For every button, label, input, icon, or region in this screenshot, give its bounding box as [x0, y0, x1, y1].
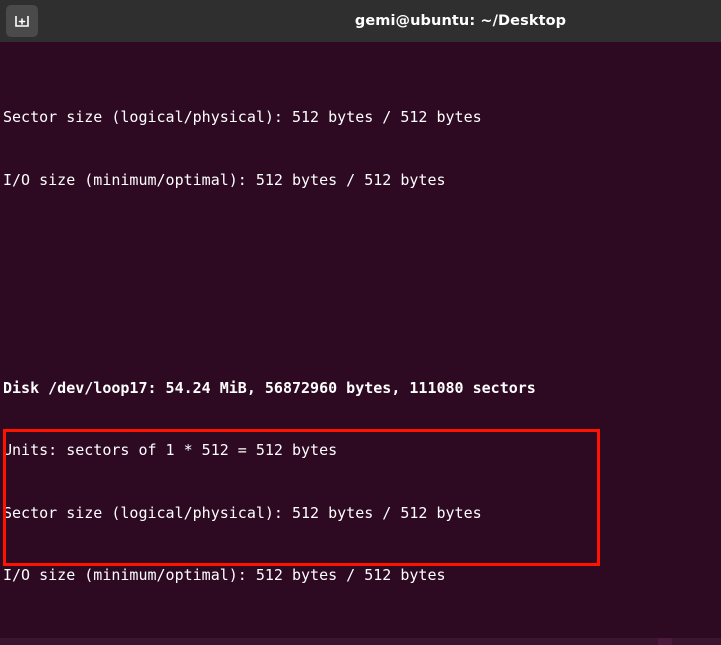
terminal-line: I/O size (minimum/optimal): 512 bytes / … [3, 170, 446, 189]
terminal-line: Units: sectors of 1 * 512 = 512 bytes [3, 441, 338, 460]
terminal-line: Sector size (logical/physical): 512 byte… [3, 108, 482, 127]
terminal-area[interactable]: Sector size (logical/physical): 512 byte… [0, 42, 721, 638]
bottom-strip-marker [658, 638, 672, 645]
window-titlebar: gemi@ubuntu: ~/Desktop [0, 0, 721, 42]
disk-header-line: Disk /dev/loop17: 54.24 MiB, 56872960 by… [3, 378, 536, 397]
terminal-line: Sector size (logical/physical): 512 byte… [3, 503, 482, 522]
window-title: gemi@ubuntu: ~/Desktop [354, 13, 567, 29]
terminal-screen: Sector size (logical/physical): 512 byte… [0, 42, 721, 638]
window-bottom-strip [0, 638, 721, 645]
terminal-line: I/O size (minimum/optimal): 512 bytes / … [3, 565, 446, 584]
